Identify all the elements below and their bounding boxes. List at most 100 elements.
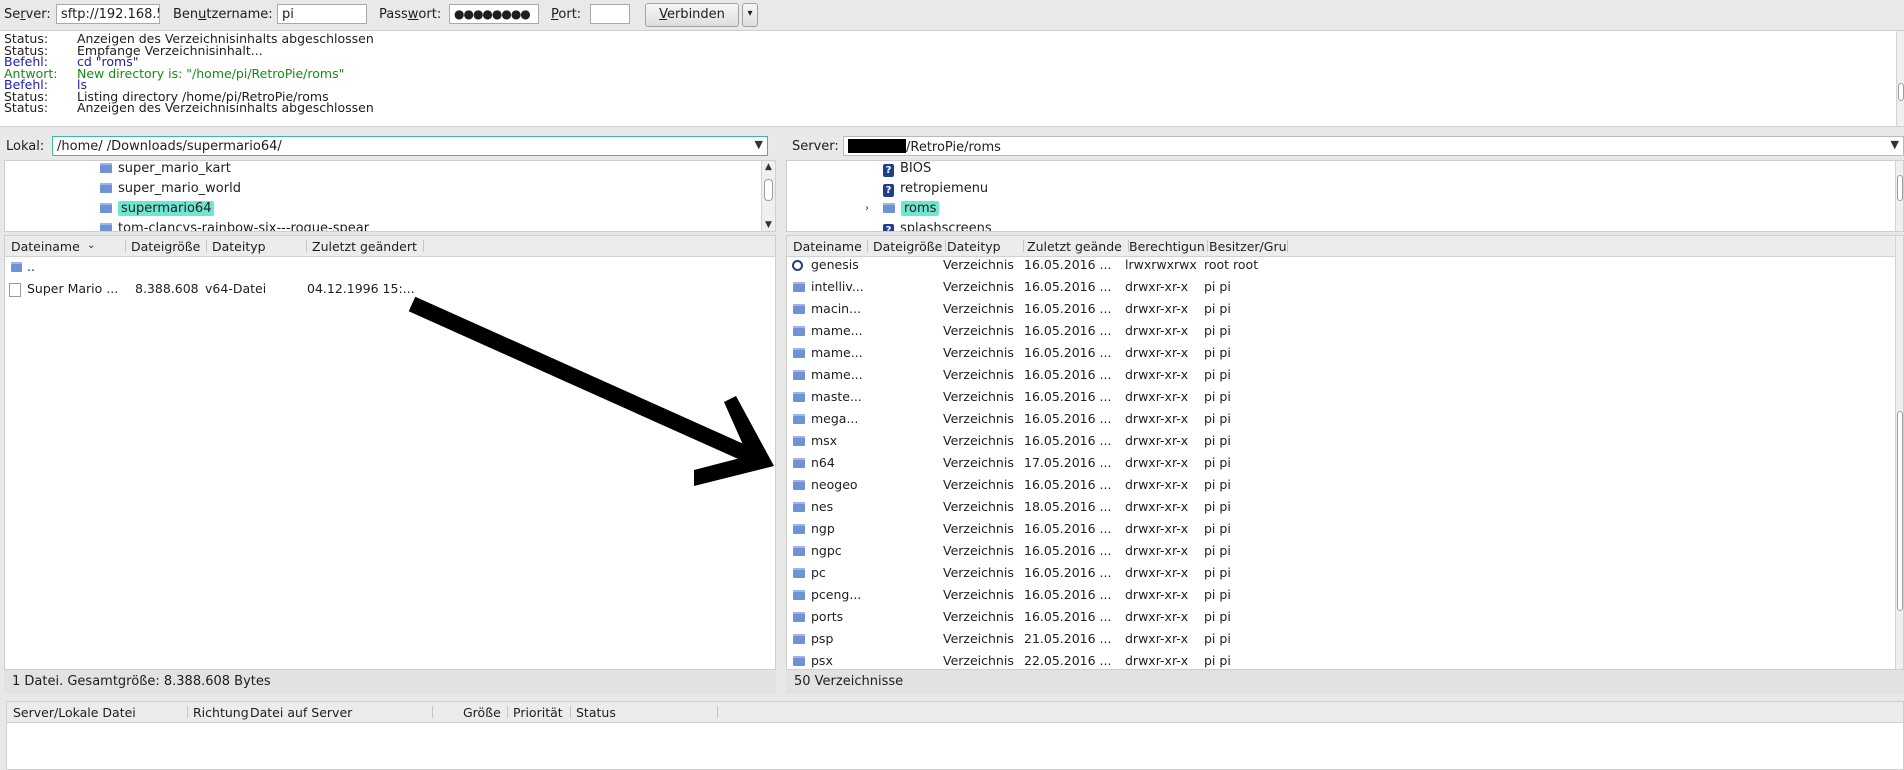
file-type: Verzeichnis <box>943 609 1014 624</box>
remote-directory-tree[interactable]: ? BIOS ? retropiemenu › roms ? splashscreens <box>786 160 1904 232</box>
local-path-combo[interactable]: /home/ /Downloads/supermario64/ ▼ <box>52 136 768 156</box>
file-permissions: drwxr-xr-x <box>1125 345 1189 360</box>
transfer-queue[interactable]: Server/Lokale Datei Richtung Datei auf S… <box>6 701 1904 770</box>
table-row[interactable]: mega... Verzeichnis 16.05.2016 ... drwxr-xr… <box>787 408 1903 430</box>
tree-node[interactable]: › roms <box>865 200 940 218</box>
tree-node[interactable]: ? BIOS <box>883 161 932 178</box>
column-header-size[interactable]: Dateigröße <box>873 239 942 254</box>
table-row[interactable]: msx Verzeichnis 16.05.2016 ... drwxr-xr-x pi… <box>787 430 1903 452</box>
column-header-status[interactable]: Status <box>576 705 616 720</box>
table-row[interactable]: pc Verzeichnis 16.05.2016 ... drwxr-xr-x pi … <box>787 562 1903 584</box>
annotation-arrow <box>408 296 774 486</box>
column-header-modified[interactable]: Zuletzt geändert <box>312 239 417 254</box>
folder-icon <box>100 163 112 173</box>
table-row[interactable]: pceng... Verzeichnis 16.05.2016 ... drwxr-x… <box>787 584 1903 606</box>
table-row[interactable]: neogeo Verzeichnis 16.05.2016 ... drwxr-xr-… <box>787 474 1903 496</box>
file-type: Verzeichnis <box>943 653 1014 668</box>
table-row[interactable]: mame... Verzeichnis 16.05.2016 ... drwxr-xr… <box>787 364 1903 386</box>
server-input[interactable]: sftp://192.168.5 <box>56 4 160 24</box>
password-input[interactable]: ●●●●●●●● <box>449 4 539 24</box>
folder-icon <box>100 203 112 213</box>
column-header-permissions[interactable]: Berechtigun <box>1129 239 1206 254</box>
column-header-filename[interactable]: Dateiname <box>793 239 862 254</box>
log-entry-kind: Status: <box>4 100 49 115</box>
column-header-remote-file[interactable]: Datei auf Server <box>250 705 352 720</box>
file-type: Verzeichnis <box>943 499 1014 514</box>
log-entry-text: Anzeigen des Verzeichnisinhalts abgeschl… <box>77 100 374 115</box>
connect-button[interactable]: Verbinden <box>645 3 739 27</box>
table-row[interactable]: psx Verzeichnis 22.05.2016 ... drwxr-xr-x pi… <box>787 650 1903 669</box>
file-modified: 17.05.2016 ... <box>1024 455 1112 470</box>
table-row[interactable]: ngpc Verzeichnis 16.05.2016 ... drwxr-xr-x p… <box>787 540 1903 562</box>
tree-node[interactable]: ? splashscreens <box>883 220 992 231</box>
scrollbar-thumb[interactable] <box>764 179 773 201</box>
scroll-down-icon[interactable]: ▼ <box>762 219 775 231</box>
column-header-modified[interactable]: Zuletzt geände <box>1027 239 1127 254</box>
scrollbar-thumb[interactable] <box>1898 83 1904 101</box>
column-header-type[interactable]: Dateityp <box>947 239 1001 254</box>
username-input[interactable]: pi <box>277 4 367 24</box>
file-name: mame... <box>811 345 863 360</box>
scroll-up-icon[interactable]: ▲ <box>762 161 775 173</box>
file-permissions: drwxr-xr-x <box>1125 521 1189 536</box>
remote-path-combo[interactable]: /RetroPie/roms ▼ <box>843 136 1904 156</box>
file-modified: 16.05.2016 ... <box>1024 323 1112 338</box>
table-row[interactable]: genesis Verzeichnis 16.05.2016 ... lrwxrwxr… <box>787 254 1903 276</box>
file-type: Verzeichnis <box>943 345 1014 360</box>
table-row[interactable]: n64 Verzeichnis 17.05.2016 ... drwxr-xr-x pi… <box>787 452 1903 474</box>
connect-history-dropdown[interactable]: ▾ <box>742 3 758 27</box>
local-directory-tree[interactable]: ▲ ▼ super_mario_kart super_mario_worldsup… <box>4 160 776 232</box>
table-row[interactable]: intelliv... Verzeichnis 16.05.2016 ... drwx… <box>787 276 1903 298</box>
table-row[interactable]: ngp Verzeichnis 16.05.2016 ... drwxr-xr-x pi… <box>787 518 1903 540</box>
tree-node[interactable]: tom-clancys-rainbow-six---rogue-spear <box>100 220 370 232</box>
column-header-direction[interactable]: Richtung <box>193 705 249 720</box>
folder-icon <box>883 203 895 213</box>
column-header-type[interactable]: Dateityp <box>212 239 266 254</box>
remote-tree-scrollbar[interactable] <box>1895 161 1903 231</box>
file-owner: pi pi <box>1204 323 1231 338</box>
table-row[interactable]: maste... Verzeichnis 16.05.2016 ... drwxr-x… <box>787 386 1903 408</box>
table-row[interactable]: nes Verzeichnis 18.05.2016 ... drwxr-xr-x pi… <box>787 496 1903 518</box>
tree-node[interactable]: supermario64 <box>100 200 215 218</box>
remote-path-text: /RetroPie/roms <box>906 140 1001 155</box>
column-header-filename[interactable]: Dateiname <box>11 239 80 254</box>
message-log[interactable]: Status: Anzeigen des Verzeichnisinhalts a… <box>0 31 1904 127</box>
sort-desc-icon: ⌄ <box>87 240 96 251</box>
tree-node-label: BIOS <box>900 161 932 176</box>
scrollbar-thumb[interactable] <box>1897 175 1903 201</box>
file-owner: pi pi <box>1204 631 1231 646</box>
password-label: Passwort: <box>379 7 442 22</box>
tree-node[interactable]: ? retropiemenu <box>883 180 988 198</box>
remote-file-list[interactable]: Dateiname Dateigröße Dateityp Zuletzt ge… <box>786 235 1904 670</box>
file-permissions: drwxr-xr-x <box>1125 367 1189 382</box>
table-row[interactable]: mame... Verzeichnis 16.05.2016 ... drwxr-xr… <box>787 320 1903 342</box>
tree-node[interactable]: super_mario_world <box>100 180 241 198</box>
folder-icon <box>793 568 805 578</box>
log-scrollbar[interactable] <box>1896 31 1904 126</box>
file-type: Verzeichnis <box>943 411 1014 426</box>
column-header-priority[interactable]: Priorität <box>513 705 563 720</box>
tree-node-label: tom-clancys-rainbow-six---rogue-spear <box>118 221 370 232</box>
port-input[interactable] <box>590 4 630 24</box>
local-list-header: Dateiname ⌄ Dateigröße Dateityp Zuletzt … <box>5 236 775 257</box>
folder-icon <box>793 480 805 490</box>
file-permissions: drwxr-xr-x <box>1125 301 1189 316</box>
table-row[interactable]: .. <box>5 256 775 278</box>
column-header-owner[interactable]: Besitzer/Gru <box>1209 239 1287 254</box>
chevron-right-icon[interactable]: › <box>865 200 869 218</box>
table-row[interactable]: macin... Verzeichnis 16.05.2016 ... drwxr-x… <box>787 298 1903 320</box>
redacted-block <box>848 139 906 153</box>
column-header-server-local-file[interactable]: Server/Lokale Datei <box>13 705 136 720</box>
table-row[interactable]: mame... Verzeichnis 16.05.2016 ... drwxr-xr… <box>787 342 1903 364</box>
table-row[interactable]: ports Verzeichnis 16.05.2016 ... drwxr-xr-x… <box>787 606 1903 628</box>
column-header-size[interactable]: Dateigröße <box>131 239 200 254</box>
file-owner: pi pi <box>1204 301 1231 316</box>
file-owner: pi pi <box>1204 345 1231 360</box>
file-modified: 16.05.2016 ... <box>1024 279 1112 294</box>
tree-node[interactable]: super_mario_kart <box>100 161 231 178</box>
file-type: Verzeichnis <box>943 257 1014 272</box>
port-label: Port: <box>551 7 582 22</box>
table-row[interactable]: psp Verzeichnis 21.05.2016 ... drwxr-xr-x pi… <box>787 628 1903 650</box>
column-header-size[interactable]: Größe <box>463 705 501 720</box>
local-tree-scrollbar[interactable]: ▲ ▼ <box>761 161 775 231</box>
